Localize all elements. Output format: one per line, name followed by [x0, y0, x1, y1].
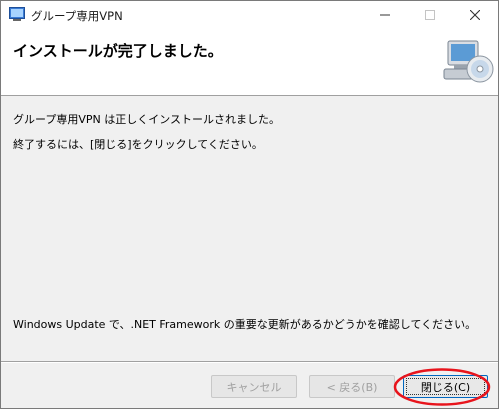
banner-title: インストールが完了しました。 [13, 42, 223, 60]
content-area: グループ専用VPN は正しくインストールされました。 終了するには、[閉じる]を… [1, 97, 498, 339]
app-icon [9, 7, 25, 21]
close-button[interactable]: 閉じる(C) [403, 375, 488, 398]
close-window-button[interactable] [452, 1, 498, 29]
header-banner: インストールが完了しました。 [1, 29, 498, 96]
success-message: グループ専用VPN は正しくインストールされました。 [13, 113, 281, 126]
back-button[interactable]: < 戻る(B) [309, 375, 395, 398]
update-notice: Windows Update で、.NET Framework の重要な更新があ… [13, 318, 477, 331]
cancel-button[interactable]: キャンセル [211, 375, 297, 398]
window-title: グループ専用VPN [31, 9, 123, 23]
minimize-button[interactable] [362, 1, 408, 29]
maximize-button[interactable] [407, 1, 453, 29]
minimize-icon [380, 14, 390, 16]
computer-cd-icon [443, 40, 494, 83]
close-instruction: 終了するには、[閉じる]をクリックしてください。 [13, 138, 263, 151]
title-bar[interactable]: グループ専用VPN [1, 1, 498, 29]
installer-window: グループ専用VPN インストールが完了しました。 グループ専用VPN は正しくイ… [0, 0, 499, 409]
close-icon [470, 10, 480, 20]
focus-rectangle [406, 378, 485, 395]
maximize-icon [425, 10, 435, 20]
footer-separator [1, 361, 498, 363]
